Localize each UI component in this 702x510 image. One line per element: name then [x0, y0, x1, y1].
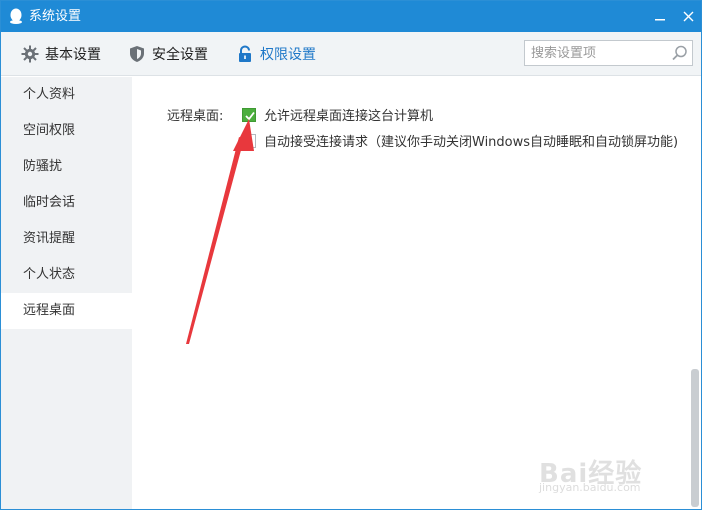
sidebar-item-space-permission[interactable]: 空间权限 — [1, 113, 132, 149]
minimize-button[interactable] — [649, 5, 671, 27]
close-button[interactable] — [677, 5, 699, 27]
gear-icon — [21, 45, 39, 63]
tab-security-settings[interactable]: 安全设置 — [128, 32, 208, 76]
shield-icon — [130, 46, 144, 62]
tab-label: 权限设置 — [260, 47, 316, 63]
window-title: 系统设置 — [29, 9, 82, 24]
sidebar-item-personal-status[interactable]: 个人状态 — [1, 257, 132, 293]
allow-remote-desktop-option[interactable]: 允许远程桌面连接这台计算机 — [242, 105, 433, 124]
auto-accept-checkbox[interactable] — [242, 133, 256, 148]
tab-basic-settings[interactable]: 基本设置 — [21, 32, 101, 76]
search-input[interactable] — [531, 44, 661, 62]
sidebar-item-profile[interactable]: 个人资料 — [1, 77, 132, 113]
settings-window: 系统设置 基本设置 安全设置 权限设置 搜索设置项 个人资料 空间权限 防骚扰 … — [0, 0, 702, 510]
allow-remote-desktop-checkbox[interactable] — [242, 107, 256, 122]
auto-accept-option[interactable]: 自动接受连接请求（建议你手动关闭Windows自动睡眠和自动锁屏功能) — [242, 131, 678, 150]
watermark-url: jingyan.baidu.com — [539, 481, 641, 494]
tab-permission-settings[interactable]: 权限设置 — [236, 32, 316, 76]
tab-label: 基本设置 — [45, 47, 101, 63]
remote-desktop-label: 远程桌面: — [167, 109, 224, 124]
search-box[interactable] — [524, 40, 693, 66]
close-icon — [683, 11, 693, 21]
search-icon[interactable] — [671, 44, 689, 62]
tab-label: 安全设置 — [152, 47, 208, 63]
minimize-icon — [655, 19, 665, 21]
sidebar-item-anti-harassment[interactable]: 防骚扰 — [1, 149, 132, 185]
sidebar-item-temp-session[interactable]: 临时会话 — [1, 185, 132, 221]
checkmark-icon — [245, 111, 255, 120]
title-bar[interactable]: 系统设置 — [1, 1, 701, 32]
sidebar-item-remote-desktop[interactable]: 远程桌面 — [1, 293, 132, 329]
auto-accept-label: 自动接受连接请求（建议你手动关闭Windows自动睡眠和自动锁屏功能) — [264, 135, 679, 150]
baidu-jingyan-watermark: Bai经验 jingyan.baidu.com — [539, 431, 699, 501]
sidebar-item-news-alert[interactable]: 资讯提醒 — [1, 221, 132, 257]
settings-toolbar: 基本设置 安全设置 权限设置 — [1, 32, 701, 76]
allow-remote-desktop-label: 允许远程桌面连接这台计算机 — [264, 109, 434, 124]
lock-icon — [239, 45, 251, 62]
settings-sidebar: 个人资料 空间权限 防骚扰 临时会话 资讯提醒 个人状态 远程桌面 — [1, 77, 132, 509]
penguin-logo-icon — [10, 8, 22, 24]
